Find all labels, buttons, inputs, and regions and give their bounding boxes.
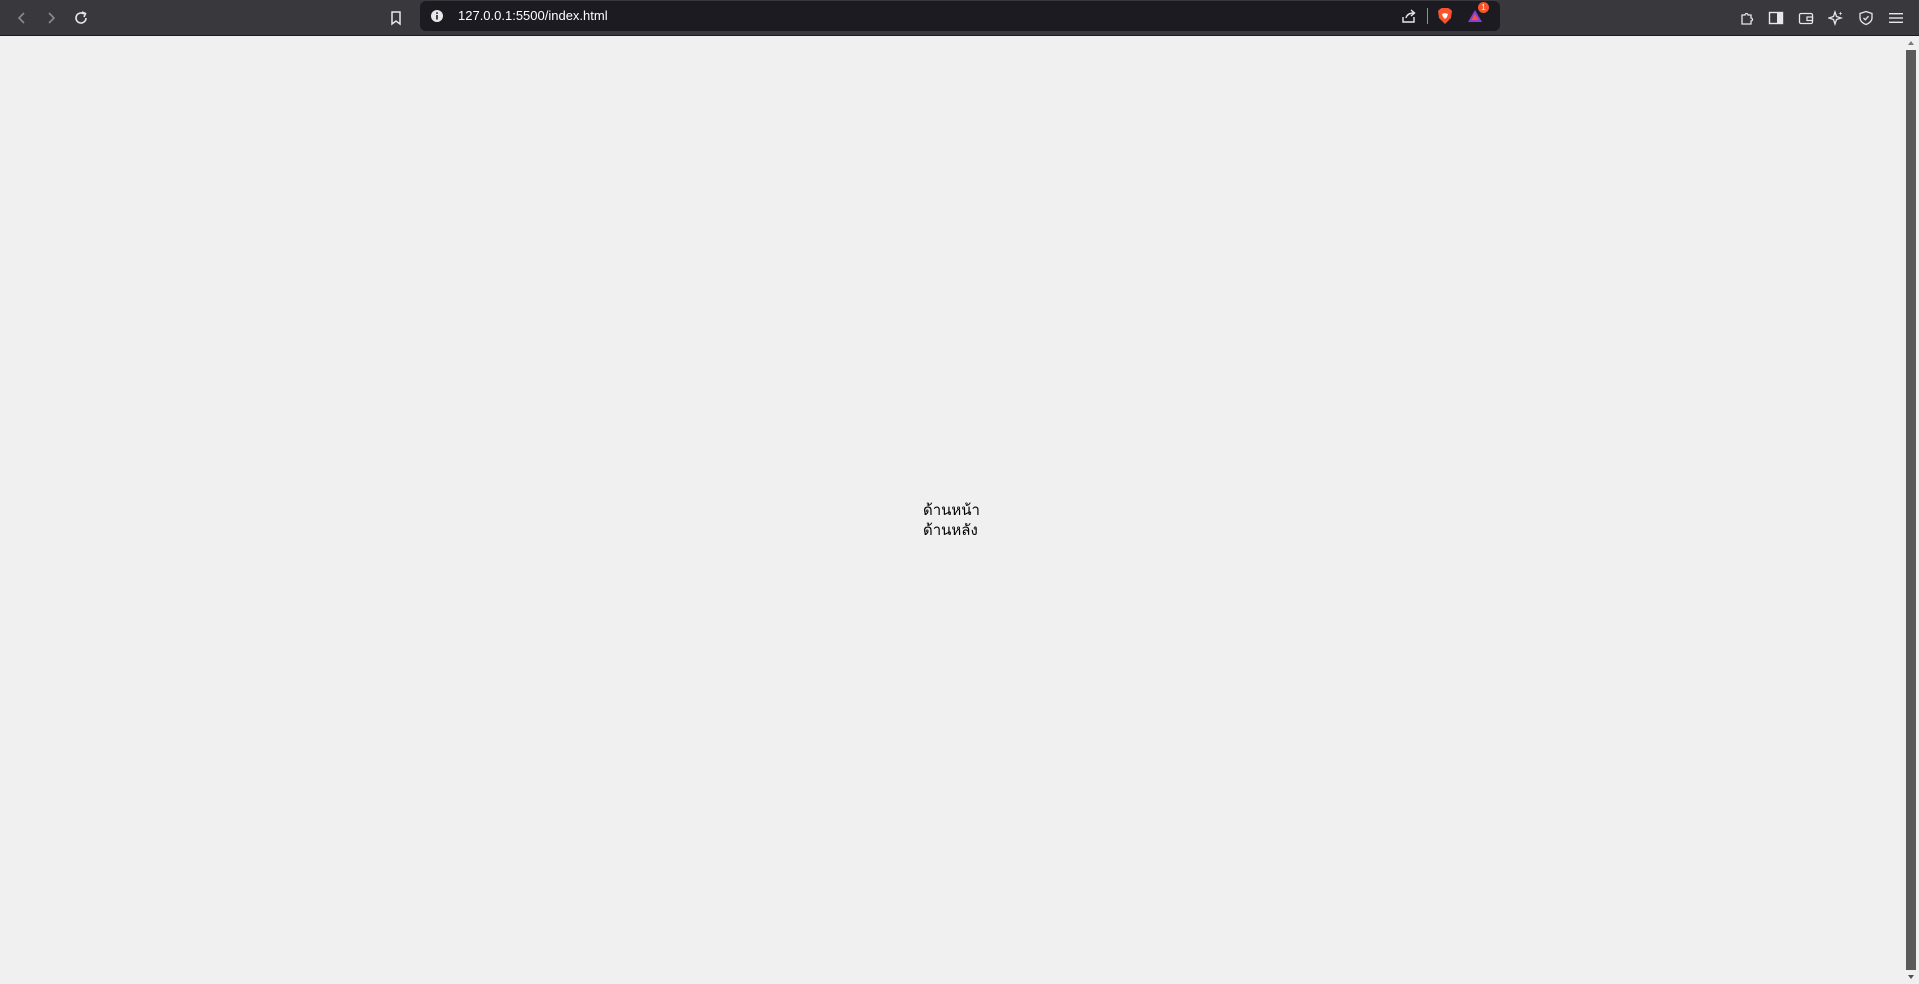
brave-shields-button[interactable]: [1434, 5, 1456, 27]
vpn-button[interactable]: [1852, 4, 1880, 32]
triangle-up-icon: [1908, 41, 1914, 45]
page-viewport: ด้านหน้า ด้านหลัง: [0, 36, 1903, 984]
brave-rewards-button[interactable]: 1: [1464, 2, 1489, 27]
bookmark-button[interactable]: [382, 4, 410, 32]
back-side-label: ด้านหลัง: [923, 521, 978, 539]
scrollbar-thumb[interactable]: [1906, 50, 1916, 970]
reload-button[interactable]: [67, 4, 95, 32]
hamburger-menu-icon: [1889, 13, 1903, 23]
sidebar-icon: [1768, 11, 1784, 25]
back-button[interactable]: [8, 4, 36, 32]
chevron-right-icon: [48, 12, 56, 24]
sparkle-icon: [1828, 10, 1844, 26]
shield-icon: [1859, 10, 1873, 26]
scroll-up-arrow[interactable]: [1906, 38, 1916, 48]
address-bar[interactable]: 127.0.0.1:5500/index.html 1: [420, 1, 1500, 31]
forward-button[interactable]: [37, 4, 65, 32]
page-text-block: ด้านหน้า ด้านหลัง: [923, 500, 980, 540]
chevron-left-icon: [17, 12, 25, 24]
scroll-down-arrow[interactable]: [1906, 972, 1916, 982]
site-info-icon[interactable]: [428, 7, 446, 25]
share-icon: [1402, 9, 1416, 23]
notification-badge: 1: [1478, 2, 1489, 13]
sidebar-button[interactable]: [1762, 4, 1790, 32]
leo-ai-button[interactable]: [1822, 4, 1850, 32]
brave-lion-icon: [1438, 8, 1452, 24]
reload-icon: [75, 11, 87, 24]
menu-button[interactable]: [1882, 4, 1910, 32]
bookmark-icon: [391, 11, 401, 26]
wallet-button[interactable]: [1792, 4, 1820, 32]
triangle-down-icon: [1908, 975, 1914, 979]
wallet-icon: [1798, 12, 1814, 25]
vertical-scrollbar[interactable]: [1903, 36, 1919, 984]
puzzle-icon: [1741, 12, 1754, 25]
front-side-label: ด้านหน้า: [923, 501, 980, 519]
extensions-button[interactable]: [1733, 4, 1761, 32]
url-text[interactable]: 127.0.0.1:5500/index.html: [458, 7, 608, 25]
url-divider: [1427, 8, 1428, 24]
share-button[interactable]: [1398, 5, 1420, 27]
browser-toolbar: 127.0.0.1:5500/index.html 1: [0, 0, 1919, 36]
